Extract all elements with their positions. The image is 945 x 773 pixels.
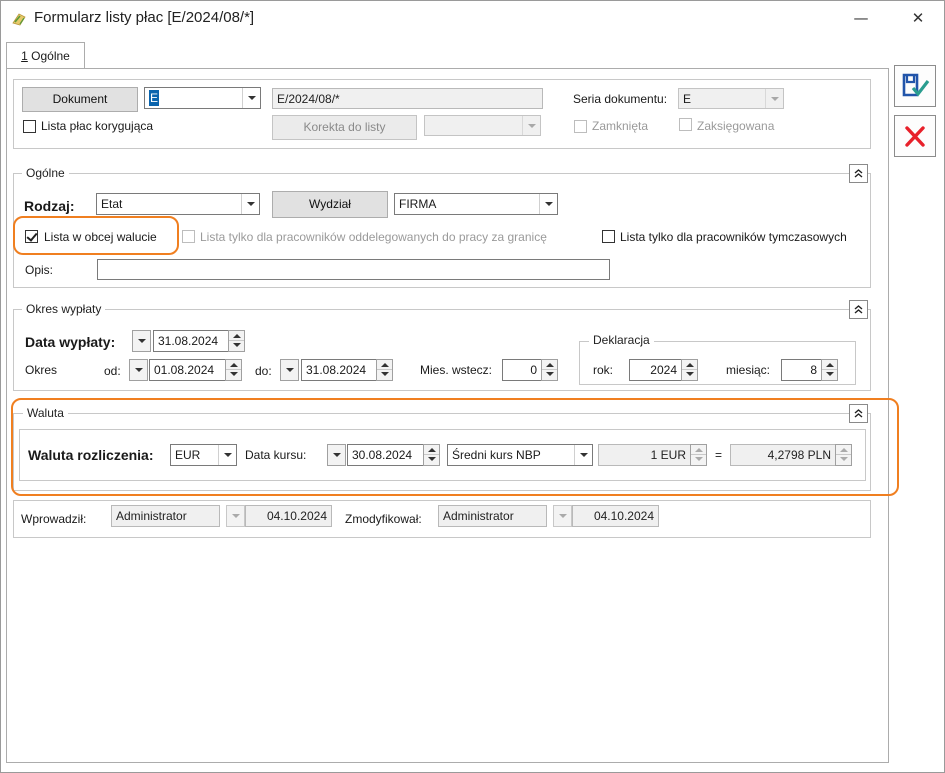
mies-wstecz-input[interactable]: 0 [502,359,542,381]
miesiac-input[interactable]: 8 [781,359,822,381]
seria-select[interactable]: E [678,88,784,109]
zmodyfikowal-date-picker[interactable] [553,505,572,527]
mies-wstecz-spinner[interactable] [541,359,558,381]
od-spinner[interactable] [225,359,242,381]
od-label: od: [104,364,121,378]
wydzial-select[interactable]: FIRMA [394,193,558,215]
app-icon [12,13,26,26]
spin-up-icon [377,360,392,370]
chevron-down-icon [765,89,783,108]
do-picker[interactable] [280,359,299,381]
spin-down-icon [229,341,244,351]
data-wyplaty-input[interactable]: 31.08.2024 [153,330,229,352]
okres-legend: Okres wypłaty [22,302,106,316]
rodzaj-select[interactable]: Etat [96,193,260,215]
oddelegowani-label: Lista tylko dla pracowników oddelegowany… [200,230,547,244]
chevron-down-icon [242,88,260,108]
collapse-okres-button[interactable] [849,300,868,319]
rok-label: rok: [593,363,614,377]
zmodyfikowal-user-field: Administrator [438,505,547,527]
double-chevron-up-icon [854,305,863,314]
spin-up-icon [682,360,697,370]
spin-down-icon [226,370,241,380]
spin-down-icon [377,370,392,380]
seria-label: Seria dokumentu: [573,92,668,106]
data-wyplaty-label: Data wypłaty: [25,334,116,350]
window: Formularz listy płac [E/2024/08/*] — ✕ 1… [0,0,945,773]
od-input[interactable]: 01.08.2024 [149,359,226,381]
deklaracja-legend: Deklaracja [589,333,654,347]
doc-symbol-value: E [149,90,160,106]
spin-down-icon [542,370,557,380]
close-icon[interactable]: ✕ [904,7,932,29]
miesiac-spinner[interactable] [821,359,838,381]
do-label: do: [255,364,272,378]
rodzaj-label: Rodzaj: [24,198,75,214]
od-picker[interactable] [129,359,148,381]
rok-spinner[interactable] [681,359,698,381]
cancel-icon [905,126,925,147]
korygujaca-checkbox[interactable] [23,120,36,133]
chevron-down-icon [522,116,540,135]
dokument-button[interactable]: Dokument [22,87,138,112]
do-spinner[interactable] [376,359,393,381]
wydzial-button[interactable]: Wydział [272,191,388,218]
spin-down-icon [682,370,697,380]
zamknieta-label: Zamknięta [592,119,649,133]
chevron-down-icon [539,194,557,214]
save-icon [902,73,930,97]
chevron-down-icon [241,194,259,214]
opis-input[interactable] [97,259,610,280]
korekta-select[interactable] [424,115,541,136]
tab-ogolne[interactable]: 1 Ogólne [6,42,85,69]
title-bar: Formularz listy płac [E/2024/08/*] — ✕ [1,1,944,37]
data-wyplaty-spinner[interactable] [228,330,245,352]
double-chevron-up-icon [854,169,863,178]
tymczasowi-checkbox[interactable] [602,230,615,243]
wprowadzil-user-field: Administrator [111,505,220,527]
zamknieta-checkbox[interactable] [574,120,587,133]
rok-input[interactable]: 2024 [629,359,682,381]
zaksiegowana-label: Zaksięgowana [697,119,775,133]
opis-label: Opis: [25,263,54,277]
spin-up-icon [822,360,837,370]
miesiac-label: miesiąc: [726,363,771,377]
doc-number-field: E/2024/08/* [272,88,543,109]
highlight-obca-waluta [13,216,179,255]
korekta-button[interactable]: Korekta do listy [272,115,417,140]
zaksiegowana-checkbox[interactable] [679,118,692,131]
rodzaj-value: Etat [101,197,123,211]
seria-value: E [683,92,692,106]
zmodyfikowal-label: Zmodyfikował: [345,512,422,526]
spin-down-icon [822,370,837,380]
tymczasowi-label: Lista tylko dla pracowników tymczasowych [620,230,847,244]
zmodyfikowal-date-field: 04.10.2024 [572,505,659,527]
korygujaca-label: Lista płac korygująca [41,119,154,133]
collapse-ogolne-button[interactable] [849,164,868,183]
tab-ogolne-hotkey: 1 [21,49,28,63]
okres-label: Okres [25,363,58,377]
wydzial-value: FIRMA [399,197,437,211]
highlight-waluta [11,398,899,496]
ogolne-legend: Ogólne [22,166,69,180]
wprowadzil-label: Wprowadził: [21,512,87,526]
doc-symbol-select[interactable]: E [144,87,261,109]
data-wyplaty-picker[interactable] [132,330,151,352]
mies-wstecz-label: Mies. wstecz: [420,363,493,377]
cancel-button[interactable] [894,115,936,157]
window-title: Formularz listy płac [E/2024/08/*] [34,9,255,26]
wprowadzil-date-picker[interactable] [226,505,245,527]
save-button[interactable] [894,65,936,107]
spin-up-icon [542,360,557,370]
do-input[interactable]: 31.08.2024 [301,359,377,381]
spin-up-icon [229,331,244,341]
minimize-icon[interactable]: — [847,7,875,29]
tab-ogolne-label: Ogólne [27,49,70,63]
oddelegowani-checkbox[interactable] [182,230,195,243]
wprowadzil-date-field: 04.10.2024 [245,505,332,527]
spin-up-icon [226,360,241,370]
